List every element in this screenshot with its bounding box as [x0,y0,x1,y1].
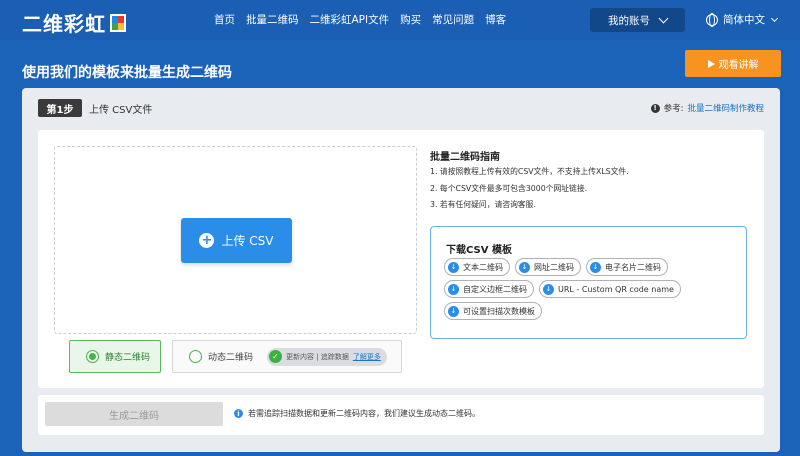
template-label: 文本二维码 [463,262,503,272]
dynamic-qr-option[interactable]: 动态二维码 ✓ 更新内容 | 追踪数据 了解更多 [172,340,402,373]
template-list: ↓ 文本二维码 ↓ 网址二维码 ↓ 电子名片二维码 ↓ 自定义边框二维码 ↓ U… [444,258,744,320]
info-icon: ! [650,103,660,113]
dynamic-features-pill: ✓ 更新内容 | 追踪数据 了解更多 [267,347,387,366]
nav-item-home[interactable]: 首页 [214,12,235,27]
step-label: 上传 CSV文件 [89,105,153,116]
dynamic-qr-label: 动态二维码 [208,353,254,363]
watch-tutorial-button[interactable]: 观看讲解 [685,50,781,77]
check-icon: ✓ [269,350,283,363]
tutorial-link[interactable]: 批量二维码制作教程 [687,102,764,114]
language-label: 简体中文 [723,14,765,26]
template-label: 可设置扫描次数模板 [463,306,535,316]
play-icon [707,59,715,68]
template-label: URL - Custom QR code name [558,284,674,294]
template-url-qr[interactable]: ↓ 网址二维码 [515,258,581,276]
download-icon: ↓ [448,305,459,317]
reference-note: ! 参考: 批量二维码制作教程 [650,102,764,114]
logo-text: 二维彩虹 [22,12,106,36]
guide-title: 批量二维码指南 [430,152,500,163]
download-icon: ↓ [519,261,530,273]
main-nav: 首页 批量二维码 二维彩虹API文件 购买 常见问题 博客 [214,12,506,27]
dynamic-hint: i 若需追踪扫描数据和更新二维码内容，我们建议生成动态二维码。 [234,408,480,419]
template-text-qr[interactable]: ↓ 文本二维码 [444,258,510,276]
upload-csv-button[interactable]: + 上传 CSV [181,218,292,263]
csv-drop-zone[interactable]: + 上传 CSV [54,146,417,334]
template-url-custom-name[interactable]: ↓ URL - Custom QR code name [539,280,681,298]
page-title: 使用我们的模板来批量生成二维码 [22,65,232,81]
plus-icon: + [199,233,215,248]
template-vcard-qr[interactable]: ↓ 电子名片二维码 [586,258,668,276]
dynamic-hint-text: 若需追踪扫描数据和更新二维码内容，我们建议生成动态二维码。 [248,409,480,418]
template-custom-frame-qr[interactable]: ↓ 自定义边框二维码 [444,280,534,298]
csv-templates-box: 下载CSV 模板 ↓ 文本二维码 ↓ 网址二维码 ↓ 电子名片二维码 ↓ 自定义… [430,226,747,339]
guide-item: 3. 若有任何疑问，请咨询客服. [430,200,536,209]
template-label: 电子名片二维码 [605,262,661,272]
guide-item: 2. 每个CSV文件最多可包含3000个网址链接. [430,183,588,193]
template-scan-limit[interactable]: ↓ 可设置扫描次数模板 [444,302,542,320]
chevron-down-icon [658,13,669,23]
static-qr-label: 静态二维码 [105,353,151,363]
dynamic-features-text: 更新内容 | 追踪数据 [286,352,349,361]
account-dropdown[interactable]: 我的账号 [590,8,685,32]
upload-card: + 上传 CSV 静态二维码 动态二维码 ✓ 更新内容 | 追踪数据 了解更多 … [38,130,764,388]
step-panel: 第1步 上传 CSV文件 ! 参考: 批量二维码制作教程 + 上传 CSV 静态… [22,88,780,452]
static-qr-option[interactable]: 静态二维码 [69,340,161,373]
step-badge: 第1步 [38,99,82,117]
logo-qr-icon [110,13,126,32]
reference-prefix: 参考: [663,104,684,114]
info-icon: i [234,409,243,418]
download-icon: ↓ [448,283,459,295]
upload-csv-label: 上传 CSV [221,234,274,248]
top-nav-bar: 二维彩虹 首页 批量二维码 二维彩虹API文件 购买 常见问题 博客 我的账号 … [0,0,800,40]
globe-icon [706,13,718,27]
learn-more-link[interactable]: 了解更多 [353,352,381,362]
templates-title: 下载CSV 模板 [446,245,512,256]
radio-unselected-icon [189,350,202,363]
nav-item-api-docs[interactable]: 二维彩虹API文件 [310,12,390,27]
guide-item: 1. 请按照教程上传有效的CSV文件，不支持上传XLS文件. [430,167,629,176]
generate-qr-button[interactable]: 生成二维码 [45,402,223,426]
template-label: 网址二维码 [534,262,574,272]
template-label: 自定义边框二维码 [463,284,527,294]
download-icon: ↓ [590,261,601,273]
nav-item-batch-qr[interactable]: 批量二维码 [246,12,299,27]
radio-selected-icon [86,350,99,363]
download-icon: ↓ [448,261,459,273]
nav-item-pricing[interactable]: 购买 [400,12,421,27]
chevron-down-icon [770,14,779,22]
account-label: 我的账号 [608,14,650,27]
guide-list: 1. 请按照教程上传有效的CSV文件，不支持上传XLS文件. 2. 每个CSV文… [430,166,629,216]
language-selector[interactable]: 简体中文 [706,12,779,27]
nav-item-faq[interactable]: 常见问题 [432,12,474,27]
watch-tutorial-label: 观看讲解 [718,60,759,71]
generate-bar: 生成二维码 i 若需追踪扫描数据和更新二维码内容，我们建议生成动态二维码。 [38,395,764,435]
nav-item-blog[interactable]: 博客 [485,12,506,27]
site-logo[interactable]: 二维彩虹 [22,8,126,37]
download-icon: ↓ [543,283,554,295]
